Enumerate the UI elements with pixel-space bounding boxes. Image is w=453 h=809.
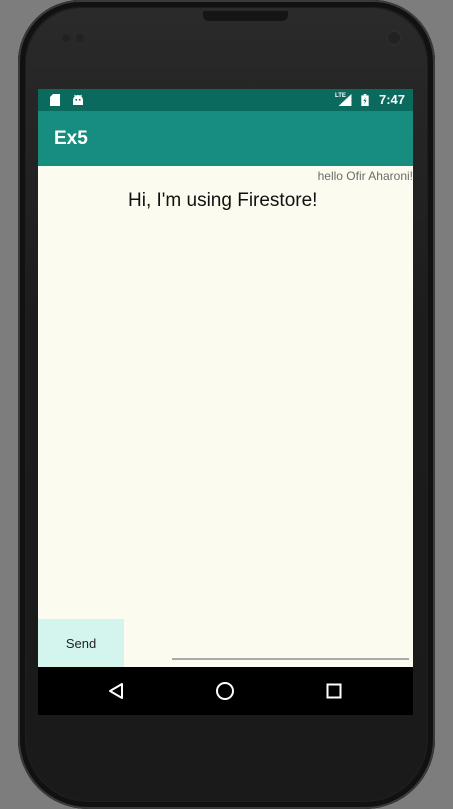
message-input[interactable]	[172, 634, 409, 660]
clock: 7:47	[378, 92, 405, 107]
message-text: Hi, I'm using Firestore!	[128, 190, 318, 211]
app-screen: LTE 7:47 Ex5 hello Ofir Aharoni! Hi, I'm…	[38, 89, 413, 715]
home-button[interactable]	[205, 677, 245, 705]
home-icon	[216, 682, 234, 700]
send-button[interactable]: Send	[38, 619, 124, 667]
app-bar: Ex5	[38, 111, 413, 166]
navigation-bar	[38, 667, 413, 715]
recents-button[interactable]	[314, 677, 354, 705]
battery-icon	[361, 94, 369, 106]
sensor-icon	[62, 34, 70, 42]
android-icon	[73, 94, 83, 105]
sd-card-icon	[50, 94, 60, 106]
app-title: Ex5	[54, 128, 88, 149]
back-icon	[109, 683, 123, 699]
sensor-icon	[76, 34, 84, 42]
status-bar: LTE 7:47	[38, 89, 413, 111]
signal-icon	[338, 94, 352, 106]
recents-icon	[326, 683, 342, 699]
speaker-grille	[203, 11, 288, 21]
greeting-text: hello Ofir Aharoni!	[317, 169, 413, 183]
back-button[interactable]	[96, 677, 136, 705]
front-camera-icon	[386, 30, 402, 46]
